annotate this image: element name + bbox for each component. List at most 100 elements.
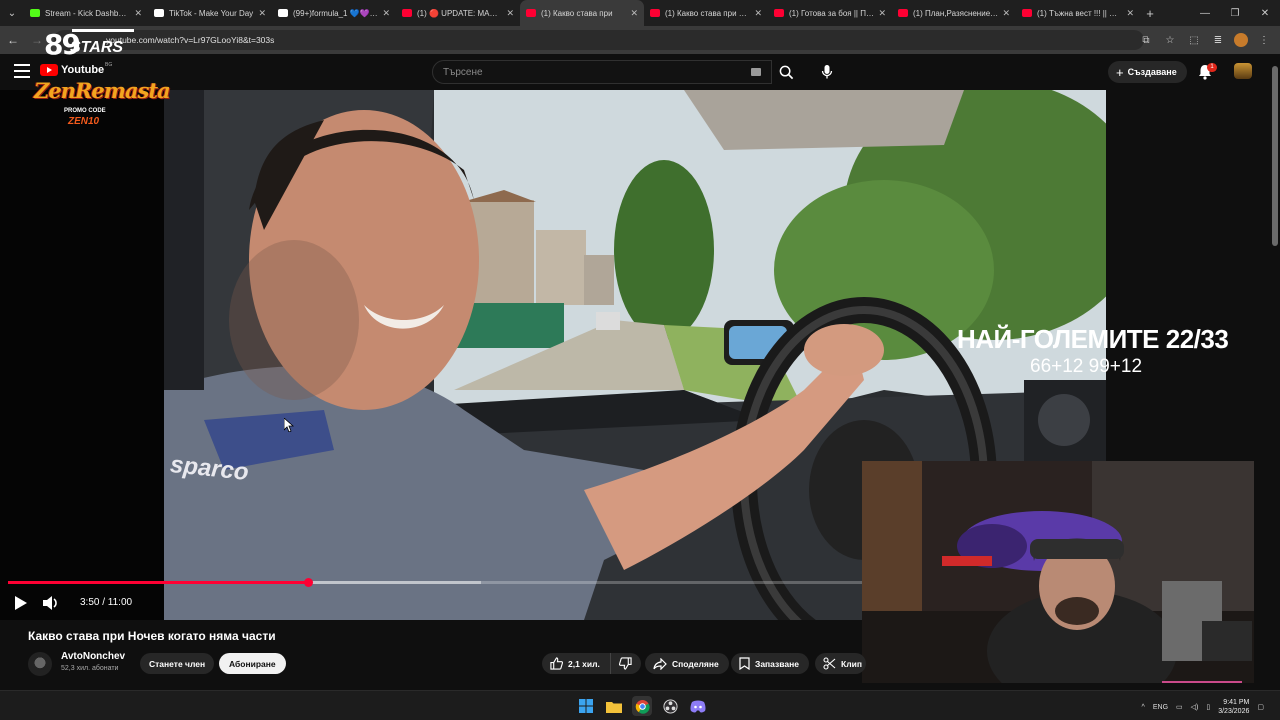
- windows-taskbar: ^ ENG ▭ ◁) ▯ 9:41 PM 3/23/2026 ▢: [0, 690, 1280, 720]
- file-explorer-icon[interactable]: [604, 696, 624, 716]
- youtube-icon: [402, 9, 412, 17]
- join-button[interactable]: Станете член: [140, 653, 215, 674]
- toolbar-actions: ⧉ ☆ ⬚ ≣ ⋮: [1138, 30, 1272, 50]
- save-button[interactable]: Запазване: [731, 653, 809, 674]
- notification-center-icon[interactable]: ▢: [1257, 703, 1264, 711]
- new-tab-button[interactable]: +: [1140, 6, 1160, 21]
- progress-bar[interactable]: [8, 578, 868, 587]
- account-avatar[interactable]: [1234, 63, 1252, 79]
- page-scrollbar[interactable]: [1272, 66, 1278, 246]
- discord-icon[interactable]: [688, 696, 708, 716]
- search-button[interactable]: [772, 60, 800, 84]
- youtube-wordmark: Youtube: [61, 64, 105, 76]
- youtube-play-icon: [40, 64, 58, 76]
- tab-search-icon[interactable]: ⌄: [0, 0, 24, 26]
- extensions-icon[interactable]: ⬚: [1186, 30, 1202, 50]
- clip-button[interactable]: Клип: [815, 653, 866, 674]
- menu-icon[interactable]: [14, 64, 30, 78]
- like-count: 2,1 хил.: [568, 658, 600, 669]
- youtube-icon: [898, 9, 908, 17]
- tab-close-icon[interactable]: ✕: [754, 8, 762, 19]
- browser-tab[interactable]: (1) План,Разяснение по ✕: [892, 0, 1016, 26]
- video-title: Какво става при Ночев когато няма части: [28, 629, 276, 643]
- tab-label: Stream - Kick Dashboard: [45, 8, 131, 18]
- tab-close-icon[interactable]: ✕: [1002, 8, 1010, 19]
- back-icon[interactable]: ←: [2, 29, 24, 51]
- tab-label: (1) Какво става при: [541, 8, 613, 18]
- create-label: Създаване: [1127, 67, 1177, 77]
- keyboard-icon[interactable]: [751, 68, 761, 76]
- tab-label: TikTok - Make Your Day: [169, 8, 254, 18]
- channel-name[interactable]: AvtoNonchev: [61, 651, 125, 662]
- browser-tab[interactable]: Stream - Kick Dashboard ✕: [24, 0, 148, 26]
- tray-overflow-icon[interactable]: ^: [1142, 704, 1145, 711]
- browser-menu-icon[interactable]: ⋮: [1256, 30, 1272, 50]
- channel-avatar[interactable]: [28, 652, 52, 676]
- tab-close-icon[interactable]: ✕: [1126, 8, 1134, 19]
- maximize-icon[interactable]: ❐: [1220, 0, 1250, 26]
- bookmark-star-icon[interactable]: ☆: [1162, 30, 1178, 50]
- browser-tab[interactable]: (1) Какво става при ✕: [520, 0, 644, 26]
- zenremasta-logo: ZenRemasta PROMO CODE ZEN10: [34, 78, 171, 134]
- subscribe-button[interactable]: Абониране: [219, 653, 286, 674]
- cast-icon[interactable]: ⧉: [1138, 30, 1154, 50]
- voice-search-button[interactable]: [812, 57, 842, 87]
- promo-code: ZEN10: [68, 116, 100, 127]
- subscriber-count: 52,3 хил. абонати: [61, 665, 119, 672]
- create-button[interactable]: + Създаване: [1108, 61, 1187, 83]
- time-display: 3:50 / 11:00: [80, 597, 133, 608]
- screen: ⌄ Stream - Kick Dashboard ✕ TikTok - Make …: [0, 0, 1280, 720]
- address-bar[interactable]: youtube.com/watch?v=Lr97GLooYi8&t=303s: [54, 30, 1144, 50]
- youtube-icon: [1022, 9, 1032, 17]
- close-window-icon[interactable]: ✕: [1250, 0, 1280, 26]
- logo-bar: [72, 29, 134, 32]
- thumbs-down-icon: [619, 657, 633, 670]
- chrome-icon[interactable]: [632, 696, 652, 716]
- browser-tab[interactable]: TikTok - Make Your Day ✕: [148, 0, 272, 26]
- tab-label: (1) 🔴 UPDATE: MAX VE: [417, 8, 503, 18]
- battery-icon[interactable]: ▯: [1206, 703, 1210, 711]
- promo-label: PROMO CODE: [64, 108, 106, 114]
- profile-avatar[interactable]: [1234, 33, 1248, 47]
- webcam-feed: [862, 461, 1254, 683]
- tab-close-icon[interactable]: ✕: [878, 8, 886, 19]
- tab-close-icon[interactable]: ✕: [506, 8, 514, 19]
- volume-icon[interactable]: [42, 595, 60, 611]
- search-input[interactable]: [443, 66, 733, 78]
- tab-close-icon[interactable]: ✕: [382, 8, 390, 19]
- webcam-scene: [862, 461, 1254, 683]
- tab-label: (1) Какво става при Ноч: [665, 8, 751, 18]
- obs-icon[interactable]: [660, 696, 680, 716]
- youtube-icon: [650, 9, 660, 17]
- like-dislike-group: 2,1 хил.: [542, 653, 641, 674]
- like-button[interactable]: 2,1 хил.: [542, 653, 611, 674]
- play-icon[interactable]: [12, 595, 28, 611]
- plus-icon: +: [1116, 64, 1124, 80]
- browser-tab[interactable]: (1) Готова за боя || Про ✕: [768, 0, 892, 26]
- tab-label: (99+)formula_1 💙💜❤️: [293, 8, 379, 18]
- browser-tab[interactable]: (1) Какво става при Ноч ✕: [644, 0, 768, 26]
- clip-label: Клип: [841, 658, 862, 669]
- tab-close-icon[interactable]: ✕: [630, 8, 638, 19]
- clock[interactable]: 9:41 PM 3/23/2026: [1218, 698, 1249, 716]
- media-control-icon[interactable]: ≣: [1210, 30, 1226, 50]
- browser-tab[interactable]: (99+)formula_1 💙💜❤️ ✕: [272, 0, 396, 26]
- tab-close-icon[interactable]: ✕: [134, 8, 142, 19]
- browser-tab[interactable]: (1) 🔴 UPDATE: MAX VE ✕: [396, 0, 520, 26]
- browser-tab[interactable]: (1) Тъжна вест !!! || Про ✕: [1016, 0, 1140, 26]
- language-indicator[interactable]: ENG: [1153, 704, 1168, 711]
- network-icon[interactable]: ▭: [1176, 703, 1183, 711]
- dislike-button[interactable]: [611, 653, 641, 674]
- browser-tabstrip: ⌄ Stream - Kick Dashboard ✕ TikTok - Make …: [0, 0, 1280, 26]
- speaker-icon[interactable]: ◁): [1191, 703, 1199, 711]
- share-button[interactable]: Споделяне: [645, 653, 729, 674]
- tab-label: (1) Тъжна вест !!! || Про: [1037, 8, 1123, 18]
- tab-close-icon[interactable]: ✕: [258, 8, 266, 19]
- windows-start-icon[interactable]: [576, 696, 596, 716]
- notification-badge: 1: [1207, 63, 1217, 72]
- share-icon: [653, 657, 667, 670]
- minimize-icon[interactable]: —: [1190, 0, 1220, 26]
- scissors-icon: [823, 657, 836, 670]
- youtube-logo[interactable]: Youtube: [40, 64, 104, 76]
- clock-date: 3/23/2026: [1218, 708, 1250, 715]
